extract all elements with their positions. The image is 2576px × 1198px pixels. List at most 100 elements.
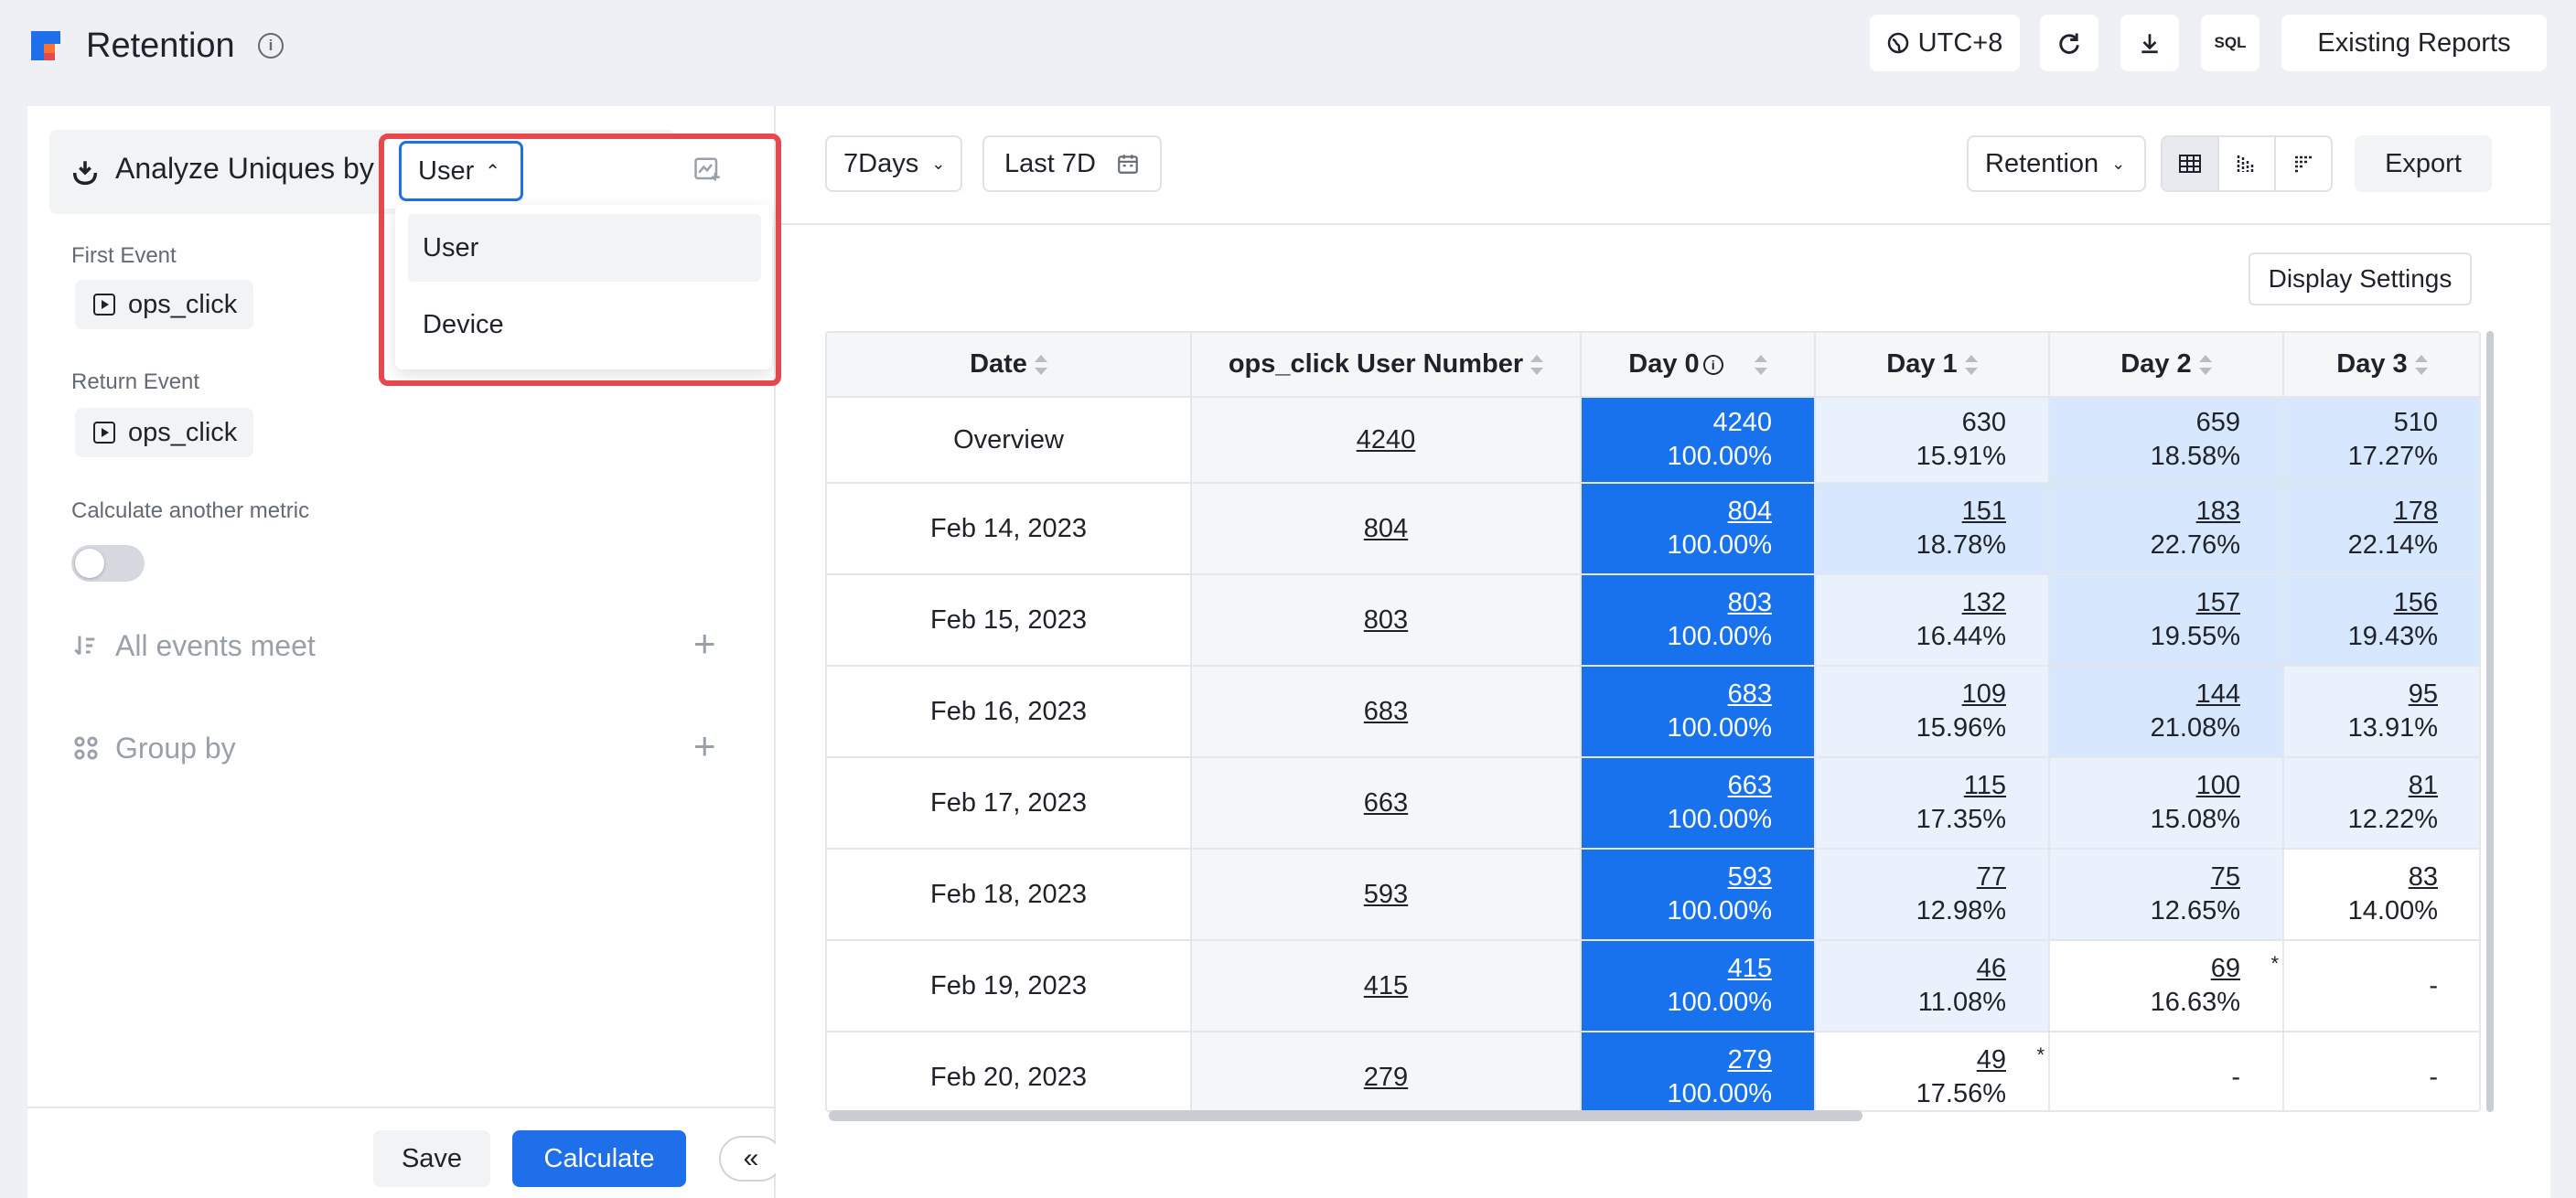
another-metric-toggle[interactable] (71, 545, 145, 582)
info-icon[interactable]: i (258, 33, 284, 59)
user-number-cell[interactable]: 683 (1191, 666, 1582, 758)
day1-cell: 630 15.91% (1815, 397, 2050, 484)
sort-icon[interactable] (2414, 354, 2428, 376)
vertical-scrollbar[interactable] (2486, 331, 2494, 1112)
day3-cell[interactable]: 156 19.43% (2283, 574, 2479, 667)
sort-icon[interactable] (1034, 354, 1047, 376)
sort-icon[interactable] (2198, 354, 2212, 376)
day1-cell[interactable]: 109 15.96% (1815, 666, 2050, 758)
column-header-day2[interactable]: Day 2 (2049, 333, 2284, 398)
save-button[interactable]: Save (373, 1130, 490, 1187)
collapse-panel-button[interactable]: « (719, 1136, 783, 1182)
event-icon (93, 294, 115, 316)
day2-cell[interactable]: 69 16.63% * (2049, 940, 2284, 1032)
day2-cell[interactable]: 144 21.08% (2049, 666, 2284, 758)
export-button[interactable]: Export (2355, 135, 2492, 192)
line-chart-icon (2295, 155, 2312, 173)
sql-button[interactable]: SQL (2201, 15, 2259, 71)
display-settings-button[interactable]: Display Settings (2249, 252, 2472, 305)
return-event-label: Return Event (71, 369, 200, 394)
table-row: Feb 16, 2023 683 683 100.00% 109 15.96% 144 21.… (827, 666, 2479, 758)
day2-cell[interactable]: 75 12.65% (2049, 849, 2284, 941)
day3-cell[interactable]: 95 13.91% (2283, 666, 2479, 758)
table-row: Feb 17, 2023 663 663 100.00% 115 17.35% 100 15.… (827, 757, 2479, 850)
column-header-day1[interactable]: Day 1 (1815, 333, 2050, 398)
column-header-user-number[interactable]: ops_click User Number (1191, 333, 1582, 398)
footer-divider (27, 1107, 776, 1108)
unit-dropdown-menu: User Device (395, 205, 772, 369)
day1-cell[interactable]: 46 11.08% (1815, 940, 2050, 1032)
sort-icon[interactable] (1530, 354, 1544, 376)
date-range-value: Last 7D (1004, 148, 1096, 178)
metric-select[interactable]: Retention ⌄ (1967, 135, 2146, 192)
dropdown-option-user[interactable]: User (408, 214, 761, 282)
table-row: Feb 19, 2023 415 415 100.00% 46 11.08% 69 16.63… (827, 940, 2479, 1032)
day0-cell[interactable]: 279 100.00% (1581, 1032, 1816, 1110)
chevron-down-icon: ⌄ (2111, 154, 2126, 173)
date-cell: Feb 16, 2023 (827, 666, 1192, 758)
user-number-cell[interactable]: 415 (1191, 940, 1582, 1032)
curve-view-button[interactable] (2276, 137, 2331, 190)
table-icon (2179, 155, 2201, 173)
app-logo (31, 31, 60, 60)
download-button[interactable] (2120, 15, 2179, 71)
day1-cell[interactable]: 49 17.56% * (1815, 1032, 2050, 1110)
date-cell: Feb 18, 2023 (827, 849, 1192, 941)
view-mode-toggle (2161, 135, 2333, 192)
partial-data-marker: * (2270, 952, 2279, 975)
day0-cell[interactable]: 804 100.00% (1581, 483, 1816, 575)
column-header-date[interactable]: Date (827, 333, 1192, 398)
day2-cell[interactable]: 183 22.76% (2049, 483, 2284, 575)
day1-cell[interactable]: 132 16.44% (1815, 574, 2050, 667)
day3-cell[interactable]: 81 12.22% (2283, 757, 2479, 850)
sort-icon[interactable] (1964, 354, 1978, 376)
first-event-chip[interactable]: ops_click (75, 280, 254, 329)
add-chart-icon[interactable] (693, 155, 721, 183)
user-number-cell[interactable]: 804 (1191, 483, 1582, 575)
user-number-cell[interactable]: 593 (1191, 849, 1582, 941)
day1-cell[interactable]: 151 18.78% (1815, 483, 2050, 575)
day0-cell[interactable]: 415 100.00% (1581, 940, 1816, 1032)
sort-icon[interactable] (1754, 354, 1767, 376)
day0-cell[interactable]: 663 100.00% (1581, 757, 1816, 850)
table-view-button[interactable] (2163, 137, 2219, 190)
day3-cell[interactable]: 178 22.14% (2283, 483, 2479, 575)
existing-reports-button[interactable]: Existing Reports (2281, 15, 2547, 71)
column-header-day0[interactable]: Day 0i (1581, 333, 1816, 398)
calculate-button[interactable]: Calculate (512, 1130, 686, 1187)
table-row: Overview 4240 4240 100.00% 630 15.91% 659 18.58… (827, 397, 2479, 484)
unit-select-value: User (418, 155, 475, 186)
horizontal-scrollbar[interactable] (829, 1110, 1862, 1121)
day2-cell: 659 18.58% (2049, 397, 2284, 484)
user-number-cell[interactable]: 803 (1191, 574, 1582, 667)
add-filter-icon[interactable]: + (693, 622, 716, 666)
add-group-icon[interactable]: + (693, 724, 716, 768)
date-cell: Feb 19, 2023 (827, 940, 1192, 1032)
user-number-cell[interactable]: 663 (1191, 757, 1582, 850)
day1-cell[interactable]: 77 12.98% (1815, 849, 2050, 941)
retention-table: Date ops_click User Number Day 0i Day 1 … (825, 331, 2481, 1112)
day0-cell[interactable]: 683 100.00% (1581, 666, 1816, 758)
day2-cell[interactable]: 100 15.08% (2049, 757, 2284, 850)
globe-icon (1887, 32, 1908, 54)
day3-cell: 510 17.27% (2283, 397, 2479, 484)
user-number-cell[interactable]: 279 (1191, 1032, 1582, 1110)
day0-cell[interactable]: 593 100.00% (1581, 849, 1816, 941)
chart-view-button[interactable] (2219, 137, 2276, 190)
day3-cell[interactable]: 83 14.00% (2283, 849, 2479, 941)
timezone-button[interactable]: UTC+8 (1870, 15, 2020, 71)
day2-cell[interactable]: 157 19.55% (2049, 574, 2284, 667)
day1-cell[interactable]: 115 17.35% (1815, 757, 2050, 850)
refresh-button[interactable] (2040, 15, 2098, 71)
return-event-chip[interactable]: ops_click (75, 408, 254, 457)
info-icon[interactable]: i (1702, 355, 1723, 376)
date-cell: Feb 15, 2023 (827, 574, 1192, 667)
day0-cell[interactable]: 803 100.00% (1581, 574, 1816, 667)
date-range-picker[interactable]: Last 7D (982, 135, 1162, 192)
interval-select[interactable]: 7Days ⌄ (825, 135, 962, 192)
chevron-up-icon: ⌃ (485, 161, 500, 182)
unit-select[interactable]: User ⌃ (399, 141, 523, 201)
column-header-day3[interactable]: Day 3 (2283, 333, 2479, 398)
timezone-label: UTC+8 (1917, 27, 2003, 58)
dropdown-option-device[interactable]: Device (408, 291, 761, 358)
